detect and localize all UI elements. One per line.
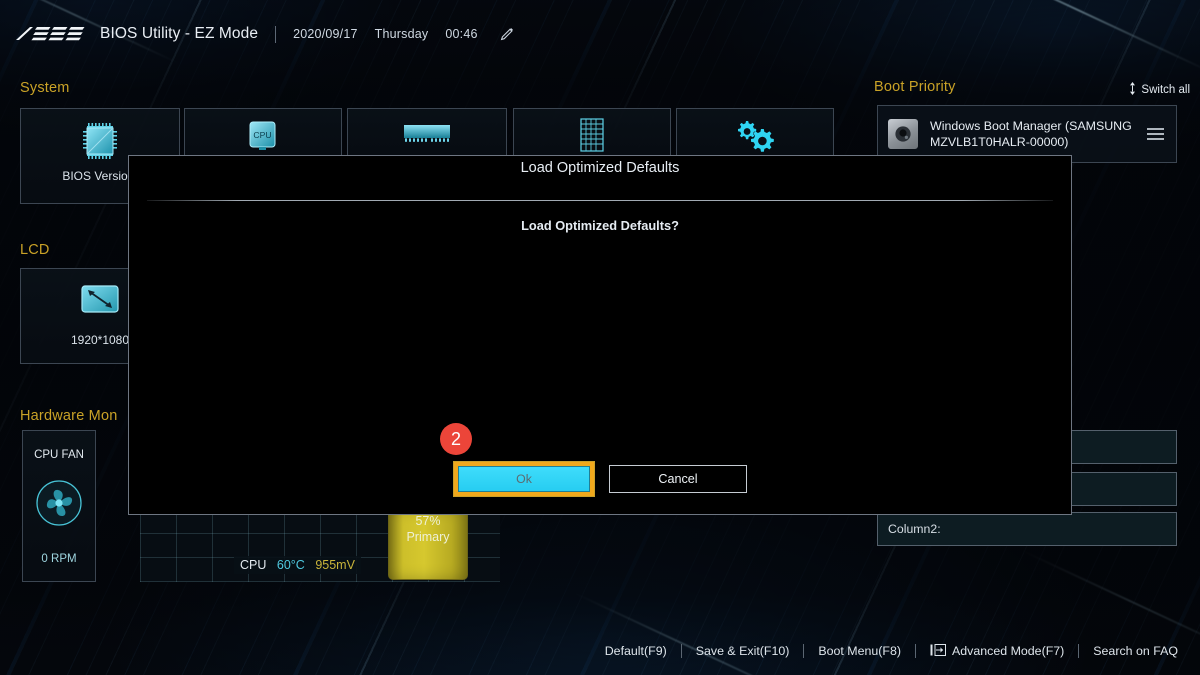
title-divider	[275, 25, 277, 43]
system-tile-memory[interactable]	[347, 108, 507, 158]
bios-ez-mode-screen: BIOS Utility - EZ Mode 2020/09/17 Thursd…	[0, 0, 1200, 675]
gears-icon	[677, 117, 833, 153]
cancel-button[interactable]: Cancel	[609, 465, 747, 493]
switch-all-button[interactable]: Switch all	[1128, 82, 1190, 98]
footer-label-3: Advanced Mode(F7)	[952, 644, 1065, 658]
ok-button[interactable]: Ok	[458, 466, 590, 492]
memory-grid-icon	[514, 117, 670, 153]
right-panel-3[interactable]: Column2:	[877, 512, 1177, 546]
footer-item-default[interactable]: Default(F9)	[591, 644, 681, 658]
footer-item-advanced-mode[interactable]: Advanced Mode(F7)	[916, 643, 1078, 659]
footer-toolbar: Default(F9) Save & Exit(F10) Boot Menu(F…	[0, 627, 1200, 675]
cpu-fan-title: CPU FAN	[34, 449, 84, 461]
switch-all-label: Switch all	[1141, 84, 1190, 96]
dialog-button-row: Ok Cancel	[129, 461, 1071, 497]
cpu-fan-panel[interactable]: CPU FAN 0 RPM	[22, 430, 96, 582]
system-tile-cpu[interactable]: CPU	[184, 108, 342, 158]
advanced-mode-icon	[930, 643, 947, 659]
footer-item-boot-menu[interactable]: Boot Menu(F8)	[804, 644, 915, 658]
cpu-temperature: 60°C	[276, 558, 305, 572]
system-weekday: Thursday	[374, 27, 429, 41]
cpu-icon: CPU	[185, 118, 341, 152]
hamburger-icon[interactable]	[1147, 128, 1164, 140]
fan-speed-percent: 57%	[415, 514, 441, 528]
footer-label-1: Save & Exit(F10)	[695, 644, 790, 658]
fan-icon	[23, 478, 95, 528]
footer-label-4: Search on FAQ	[1093, 644, 1178, 658]
ok-button-focus-ring: Ok	[453, 461, 595, 497]
system-time: 00:46	[445, 27, 478, 41]
dialog-title: Load Optimized Defaults	[520, 160, 680, 176]
cpu-readout: CPU 60°C 955mV	[234, 556, 361, 574]
pencil-icon[interactable]	[498, 25, 516, 43]
up-down-arrow-icon	[1128, 82, 1137, 98]
hdd-icon	[888, 119, 918, 149]
system-date: 2020/09/17	[293, 27, 358, 41]
section-heading-lcd: LCD	[20, 242, 50, 258]
system-tile-memory-grid[interactable]	[513, 108, 671, 158]
right-panel-3-label: Column2:	[888, 522, 941, 536]
footer-label-0: Default(F9)	[604, 644, 667, 658]
footer-label-2: Boot Menu(F8)	[818, 644, 902, 658]
cpu-fan-rpm: 0 RPM	[41, 553, 77, 565]
svg-text:CPU: CPU	[253, 130, 271, 140]
asus-logo	[14, 24, 86, 44]
dialog-divider	[147, 200, 1053, 201]
system-tile-settings[interactable]	[676, 108, 834, 158]
footer-item-search-faq[interactable]: Search on FAQ	[1079, 644, 1192, 658]
cpu-readout-label: CPU	[240, 558, 267, 572]
cpu-voltage: 955mV	[315, 558, 355, 572]
memory-module-icon	[348, 123, 506, 145]
step-badge-2: 2	[440, 423, 472, 455]
title-bar: BIOS Utility - EZ Mode 2020/09/17 Thursd…	[0, 0, 1200, 68]
boot-device-name: Windows Boot Manager (SAMSUNG MZVLB1T0HA…	[930, 118, 1132, 150]
fan-speed-indicator[interactable]: 57% Primary	[388, 508, 468, 580]
section-heading-hardware-monitor: Hardware Mon	[20, 408, 118, 424]
section-heading-system: System	[20, 80, 70, 96]
section-heading-boot-priority: Boot Priority	[874, 79, 956, 95]
footer-item-save-exit[interactable]: Save & Exit(F10)	[682, 644, 804, 658]
fan-speed-mode: Primary	[406, 530, 450, 544]
dialog-message: Load Optimized Defaults?	[521, 218, 679, 233]
load-optimized-defaults-dialog: Load Optimized Defaults Load Optimized D…	[128, 155, 1072, 515]
page-title: BIOS Utility - EZ Mode	[100, 25, 259, 42]
